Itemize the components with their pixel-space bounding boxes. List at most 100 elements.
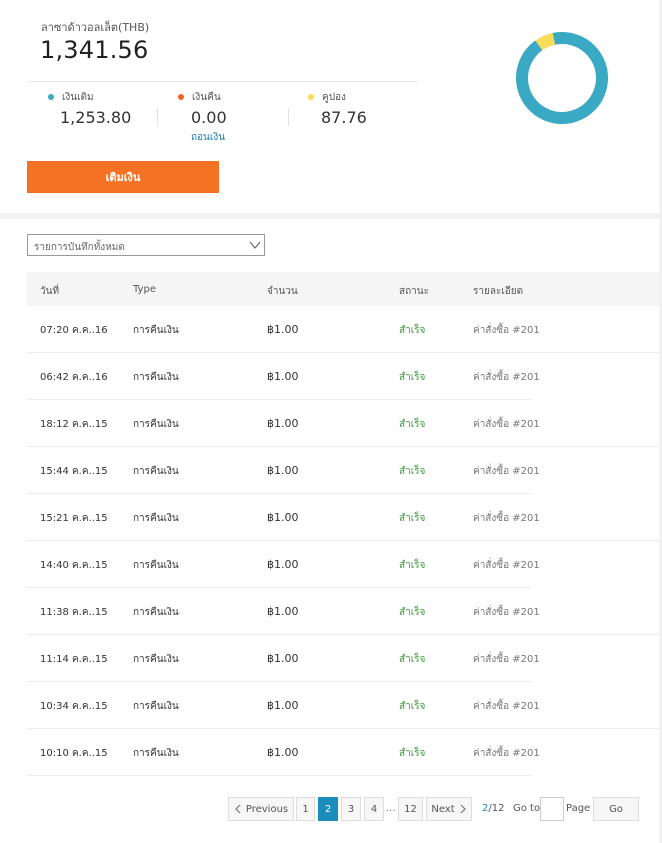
cell-amount: ฿1.00 <box>267 511 299 524</box>
page-button-active[interactable]: 2 <box>318 797 338 821</box>
cell-type: การคืนเงิน <box>133 372 179 383</box>
cell-status: สำเร็จ <box>399 325 426 336</box>
cell-date: 15:21 ค.ค..15 <box>40 513 108 524</box>
cell-details: ค่าสั่งซื้อ #201 <box>473 701 540 712</box>
cell-date: 18:12 ค.ค..15 <box>40 419 108 430</box>
table-row: 11:38 ค.ค..15 การคืนเงิน ฿1.00 สำเร็จ ค่าสั่… <box>27 588 659 635</box>
cell-type: การคืนเงิน <box>133 654 179 665</box>
cell-details: ค่าสั่งซื้อ #201 <box>473 372 540 383</box>
column-header-date: วันที่ <box>40 286 60 297</box>
cell-date: 06:42 ค.ค..16 <box>40 372 108 383</box>
balance-donut-chart <box>516 32 608 124</box>
chevron-down-icon <box>249 241 261 249</box>
cell-date: 10:10 ค.ค..15 <box>40 748 108 759</box>
next-page-button[interactable]: Next <box>426 797 472 821</box>
cell-status: สำเร็จ <box>399 654 426 665</box>
breakdown-label: เงินคืน <box>192 92 221 103</box>
cell-date: 15:44 ค.ค..15 <box>40 466 108 477</box>
breakdown-label: เงินเติม <box>62 92 94 103</box>
page-ellipsis: ... <box>386 803 396 814</box>
row-divider-mask <box>532 775 659 776</box>
divider <box>28 81 418 82</box>
column-header-type: Type <box>133 284 156 295</box>
cell-amount: ฿1.00 <box>267 652 299 665</box>
transaction-filter-select[interactable]: รายการบันทึกทั้งหมด <box>27 234 265 256</box>
next-label: Next <box>431 803 455 815</box>
cell-date: 14:40 ค.ค..15 <box>40 560 108 571</box>
breakdown-value: 87.76 <box>321 108 367 127</box>
cell-status: สำเร็จ <box>399 701 426 712</box>
cell-details: ค่าสั่งซื้อ #201 <box>473 325 540 336</box>
wallet-title: ลาซาด้าวอลเล็ต(THB) <box>41 21 150 34</box>
divider <box>288 108 289 126</box>
cell-details: ค่าสั่งซื้อ #201 <box>473 748 540 759</box>
cell-amount: ฿1.00 <box>267 464 299 477</box>
cell-type: การคืนเงิน <box>133 607 179 618</box>
topup-button[interactable]: เติมเงิน <box>27 161 219 193</box>
cell-amount: ฿1.00 <box>267 605 299 618</box>
table-row: 15:44 ค.ค..15 การคืนเงิน ฿1.00 สำเร็จ ค่าสั่… <box>27 447 659 494</box>
breakdown-value: 1,253.80 <box>60 108 132 127</box>
chevron-right-icon <box>460 804 466 814</box>
cell-type: การคืนเงิน <box>133 325 179 336</box>
cell-status: สำเร็จ <box>399 372 426 383</box>
page-button[interactable]: 12 <box>398 797 423 821</box>
wallet-summary-panel: ลาซาด้าวอลเล็ต(THB) 1,341.56 เงินเติม 1,… <box>0 0 659 213</box>
cell-details: ค่าสั่งซื้อ #201 <box>473 466 540 477</box>
table-header: วันที่ Type จำนวน สถานะ รายละเอียด <box>27 272 659 306</box>
breakdown-value: 0.00 <box>191 108 227 127</box>
cell-status: สำเร็จ <box>399 513 426 524</box>
table-row: 10:10 ค.ค..15 การคืนเงิน ฿1.00 สำเร็จ ค่าสั่… <box>27 729 659 776</box>
goto-page-input[interactable] <box>540 797 564 821</box>
column-header-amount: จำนวน <box>267 286 298 297</box>
cell-amount: ฿1.00 <box>267 558 299 571</box>
column-header-details: รายละเอียด <box>473 286 524 297</box>
cell-status: สำเร็จ <box>399 466 426 477</box>
cell-status: สำเร็จ <box>399 748 426 759</box>
table-row: 14:40 ค.ค..15 การคืนเงิน ฿1.00 สำเร็จ ค่าสั่… <box>27 541 659 588</box>
cell-type: การคืนเงิน <box>133 748 179 759</box>
withdraw-link[interactable]: ถอนเงิน <box>191 130 225 145</box>
table-row: 10:34 ค.ค..15 การคืนเงิน ฿1.00 สำเร็จ ค่าสั่… <box>27 682 659 729</box>
page-button[interactable]: 3 <box>341 797 361 821</box>
donut-segment-topup <box>516 32 608 124</box>
cell-details: ค่าสั่งซื้อ #201 <box>473 560 540 571</box>
cell-amount: ฿1.00 <box>267 417 299 430</box>
previous-label: Previous <box>245 803 289 815</box>
cell-type: การคืนเงิน <box>133 560 179 571</box>
cell-status: สำเร็จ <box>399 419 426 430</box>
cell-date: 11:14 ค.ค..15 <box>40 654 108 665</box>
cell-amount: ฿1.00 <box>267 699 299 712</box>
cell-date: 11:38 ค.ค..15 <box>40 607 108 618</box>
goto-label: Go to <box>513 803 541 814</box>
cell-type: การคืนเงิน <box>133 701 179 712</box>
divider <box>157 108 158 126</box>
table-row: 06:42 ค.ค..16 การคืนเงิน ฿1.00 สำเร็จ ค่าสั่… <box>27 353 659 400</box>
table-row: 11:14 ค.ค..15 การคืนเงิน ฿1.00 สำเร็จ ค่าสั่… <box>27 635 659 682</box>
filter-selected-value: รายการบันทึกทั้งหมด <box>34 242 125 253</box>
pagination: Previous 1 2 3 4 ... 12 Next 2/12 Go to … <box>0 797 659 823</box>
cell-type: การคืนเงิน <box>133 419 179 430</box>
cell-status: สำเร็จ <box>399 607 426 618</box>
transactions-panel: รายการบันทึกทั้งหมด วันที่ Type จำนวน สถ… <box>0 219 659 843</box>
cell-amount: ฿1.00 <box>267 370 299 383</box>
column-header-status: สถานะ <box>399 286 429 297</box>
previous-page-button[interactable]: Previous <box>228 797 294 821</box>
cell-type: การคืนเงิน <box>133 513 179 524</box>
cell-details: ค่าสั่งซื้อ #201 <box>473 419 540 430</box>
cell-date: 07:20 ค.ค..16 <box>40 325 108 336</box>
table-row: 07:20 ค.ค..16 การคืนเงิน ฿1.00 สำเร็จ ค่าสั่… <box>27 306 659 353</box>
total-pages: /12 <box>488 803 505 814</box>
wallet-total-balance: 1,341.56 <box>40 36 149 64</box>
page-indicator: 2/12 <box>482 803 504 814</box>
page-button[interactable]: 1 <box>296 797 315 821</box>
page-label: Page <box>566 803 591 814</box>
breakdown-label: คูปอง <box>322 92 346 103</box>
cell-details: ค่าสั่งซื้อ #201 <box>473 654 540 665</box>
table-row: 18:12 ค.ค..15 การคืนเงิน ฿1.00 สำเร็จ ค่าสั่… <box>27 400 659 447</box>
cell-date: 10:34 ค.ค..15 <box>40 701 108 712</box>
cell-details: ค่าสั่งซื้อ #201 <box>473 607 540 618</box>
cell-type: การคืนเงิน <box>133 466 179 477</box>
page-button[interactable]: 4 <box>364 797 384 821</box>
go-button[interactable]: Go <box>593 797 639 821</box>
